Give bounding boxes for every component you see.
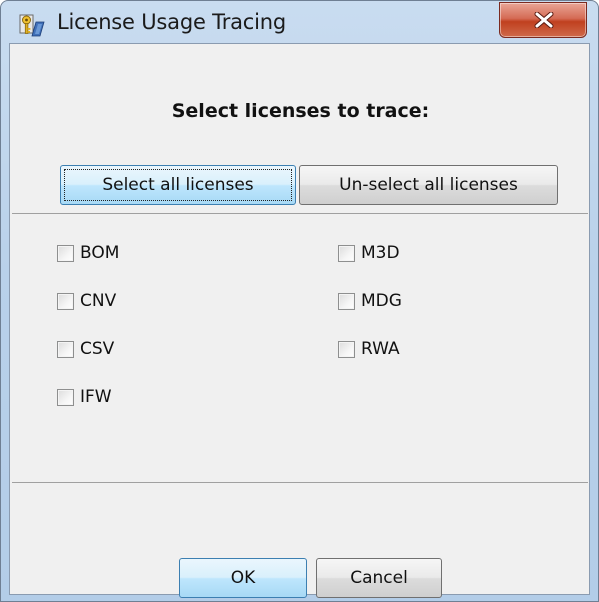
cancel-label: Cancel [350,568,408,588]
checkbox[interactable] [57,388,74,406]
license-label: MDG [361,291,402,311]
license-label: BOM [80,243,120,263]
ok-label: OK [230,568,256,588]
license-label: CSV [80,339,115,359]
license-checkbox-mdg[interactable]: MDG [338,289,402,313]
license-checkbox-cnv[interactable]: CNV [57,289,116,313]
license-checkbox-rwa[interactable]: RWA [338,337,400,361]
ok-button[interactable]: OK [179,558,307,598]
checkbox[interactable] [57,292,74,310]
dialog-footer: OK Cancel [10,484,589,598]
dialog-heading: Select licenses to trace: [171,100,430,122]
license-checkbox-bom[interactable]: BOM [57,241,119,265]
license-checkbox-ifw[interactable]: IFW [57,385,112,409]
checkbox[interactable] [338,292,355,310]
license-checkbox-m3d[interactable]: M3D [338,241,400,265]
select-all-licenses-label: Select all licenses [102,175,254,195]
license-label: CNV [80,291,117,311]
license-label: M3D [361,243,400,263]
close-icon [534,12,554,28]
license-label: IFW [80,387,112,407]
dialog-window: License Usage Tracing Select licenses to… [0,0,599,602]
license-label: RWA [361,339,400,359]
checkbox[interactable] [57,340,74,358]
license-key-icon [19,12,45,38]
checkbox[interactable] [338,340,355,358]
licenses-panel: BOM CNV CSV IFW M3D MDG RWA [12,213,588,483]
window-title: License Usage Tracing [57,10,287,34]
checkbox[interactable] [57,244,74,262]
dialog-content: Select licenses to trace: Select all lic… [9,43,590,598]
license-checkbox-csv[interactable]: CSV [57,337,114,361]
select-all-licenses-button[interactable]: Select all licenses [60,165,296,205]
checkbox[interactable] [338,244,355,262]
unselect-all-licenses-button[interactable]: Un-select all licenses [299,165,558,205]
cancel-button[interactable]: Cancel [316,558,442,598]
title-bar[interactable]: License Usage Tracing [1,1,598,43]
unselect-all-licenses-label: Un-select all licenses [339,175,518,195]
close-button[interactable] [499,2,587,38]
